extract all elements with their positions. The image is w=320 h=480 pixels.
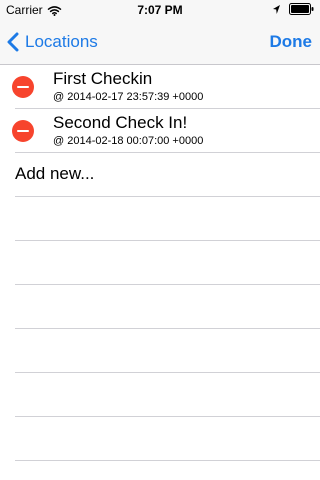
back-button-label: Locations (25, 32, 98, 51)
row-subtitle: @ 2014-02-17 23:57:39 +0000 (53, 91, 204, 103)
row-separator (15, 416, 320, 417)
table-row[interactable]: First Checkin @ 2014-02-17 23:57:39 +000… (0, 65, 320, 109)
done-button[interactable]: Done (270, 30, 313, 54)
location-arrow-icon (273, 4, 280, 14)
minus-circle-icon[interactable] (12, 120, 34, 142)
navigation-bar: Locations Done (0, 20, 320, 64)
table-row[interactable]: Second Check In! @ 2014-02-18 00:07:00 +… (0, 109, 320, 153)
minus-circle-icon[interactable] (12, 76, 34, 98)
add-new-label: Add new... (15, 164, 95, 183)
row-title: First Checkin (53, 69, 153, 88)
locations-table: First Checkin @ 2014-02-17 23:57:39 +000… (0, 65, 320, 480)
chevron-left-icon (7, 32, 19, 52)
add-new-row[interactable]: Add new... (0, 153, 320, 197)
row-separator (15, 372, 320, 373)
back-button[interactable]: Locations (7, 30, 98, 54)
battery-icon (289, 3, 314, 15)
row-subtitle: @ 2014-02-18 00:07:00 +0000 (53, 135, 204, 147)
row-separator (15, 284, 320, 285)
status-bar: Carrier 7:07 PM (0, 0, 320, 20)
status-right (272, 3, 314, 15)
row-separator (15, 328, 320, 329)
row-separator (15, 460, 320, 461)
row-title: Second Check In! (53, 113, 188, 132)
row-separator (15, 240, 320, 241)
top-chrome: Carrier 7:07 PM Locations Done (0, 0, 320, 65)
